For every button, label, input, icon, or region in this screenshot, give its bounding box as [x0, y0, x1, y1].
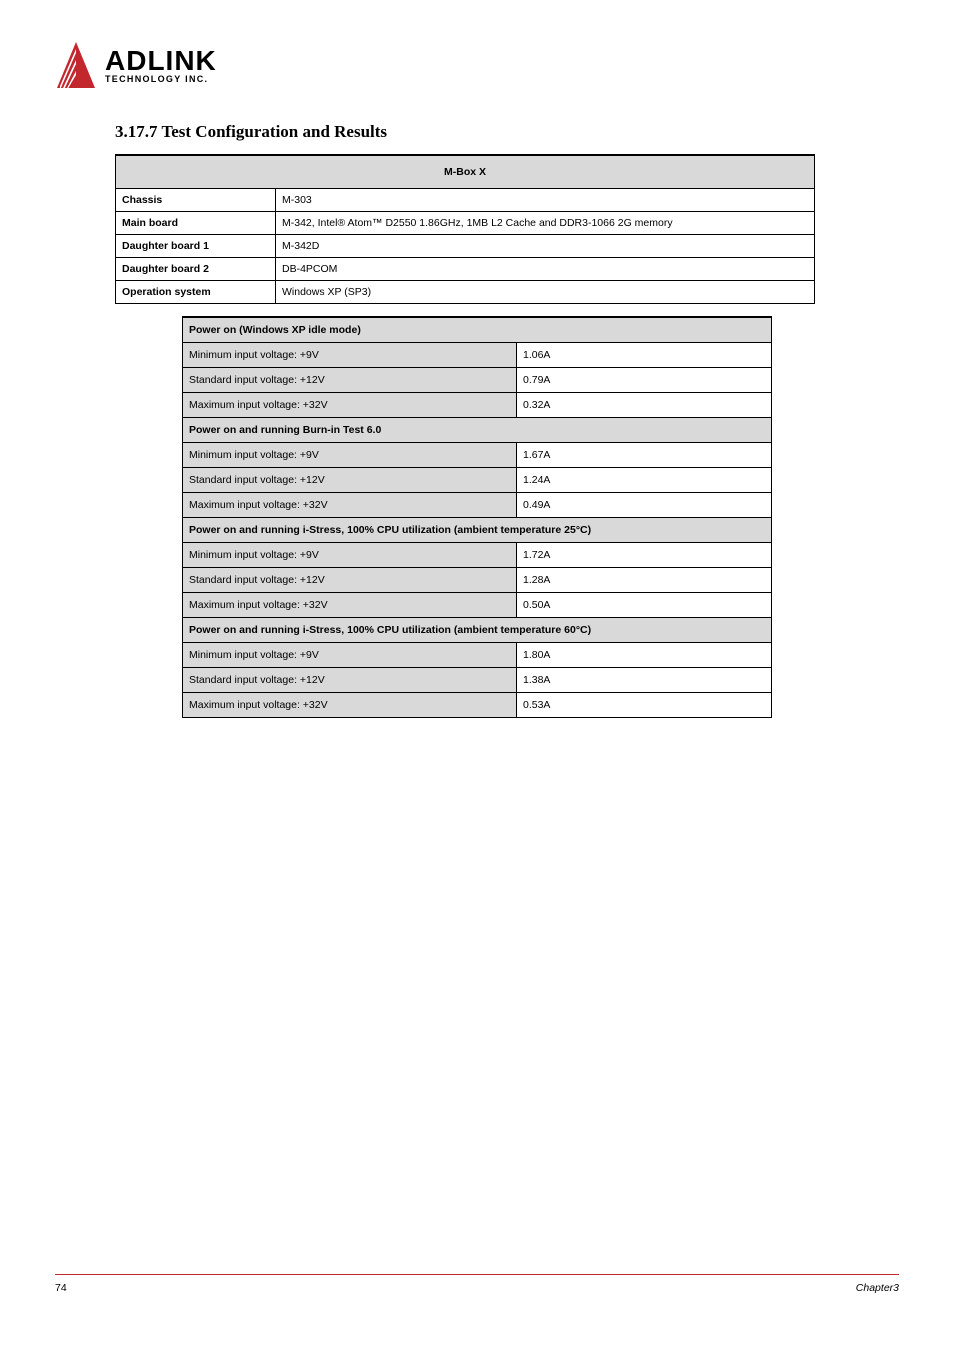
power-param: Standard input voltage: +12V — [183, 668, 517, 693]
logo-text: ADLINK TECHNOLOGY INC. — [105, 48, 217, 85]
section-heading: 3.17.7 Test Configuration and Results — [115, 122, 899, 142]
table-row: Main board M-342, Intel® Atom™ D2550 1.8… — [116, 212, 815, 235]
power-value: 0.79A — [517, 368, 772, 393]
power-value: 1.06A — [517, 343, 772, 368]
config-value: M-303 — [276, 189, 815, 212]
power-value: 0.50A — [517, 593, 772, 618]
power-param: Maximum input voltage: +32V — [183, 493, 517, 518]
adlink-logo-icon — [55, 40, 97, 92]
config-label: Daughter board 2 — [116, 258, 276, 281]
config-table: M-Box X Chassis M-303 Main board M-342, … — [115, 154, 815, 304]
power-param: Standard input voltage: +12V — [183, 568, 517, 593]
table-row: Daughter board 1 M-342D — [116, 235, 815, 258]
power-param: Minimum input voltage: +9V — [183, 343, 517, 368]
table-row: Minimum input voltage: +9V1.72A — [183, 543, 772, 568]
table-row: Chassis M-303 — [116, 189, 815, 212]
table-row: Standard input voltage: +12V1.24A — [183, 468, 772, 493]
power-value: 1.72A — [517, 543, 772, 568]
power-param: Minimum input voltage: +9V — [183, 643, 517, 668]
power-param: Maximum input voltage: +32V — [183, 593, 517, 618]
logo-main-text: ADLINK — [105, 48, 217, 75]
power-section-header: Power on and running i-Stress, 100% CPU … — [183, 618, 772, 643]
table-row: Daughter board 2 DB-4PCOM — [116, 258, 815, 281]
table-row: Standard input voltage: +12V1.28A — [183, 568, 772, 593]
config-table-header: M-Box X — [116, 155, 815, 189]
logo: ADLINK TECHNOLOGY INC. — [55, 40, 899, 92]
power-section-header: Power on and running i-Stress, 100% CPU … — [183, 518, 772, 543]
power-value: 1.80A — [517, 643, 772, 668]
table-row: Standard input voltage: +12V0.79A — [183, 368, 772, 393]
config-value: Windows XP (SP3) — [276, 281, 815, 304]
config-label: Chassis — [116, 189, 276, 212]
table-row: Operation system Windows XP (SP3) — [116, 281, 815, 304]
power-section-header: Power on and running Burn-in Test 6.0 — [183, 418, 772, 443]
power-value: 1.38A — [517, 668, 772, 693]
power-param: Minimum input voltage: +9V — [183, 443, 517, 468]
table-row: Minimum input voltage: +9V1.80A — [183, 643, 772, 668]
config-value: M-342D — [276, 235, 815, 258]
chapter-label: Chapter3 — [856, 1282, 899, 1294]
config-value: DB-4PCOM — [276, 258, 815, 281]
power-section-header: Power on (Windows XP idle mode) — [183, 317, 772, 343]
page-number: 74 — [55, 1282, 67, 1294]
power-value: 0.53A — [517, 693, 772, 718]
power-value: 1.24A — [517, 468, 772, 493]
table-row: Minimum input voltage: +9V1.67A — [183, 443, 772, 468]
power-param: Standard input voltage: +12V — [183, 468, 517, 493]
power-value: 0.32A — [517, 393, 772, 418]
logo-sub-text: TECHNOLOGY INC. — [105, 74, 217, 84]
table-row: Maximum input voltage: +32V0.32A — [183, 393, 772, 418]
table-row: Maximum input voltage: +32V0.53A — [183, 693, 772, 718]
power-value: 0.49A — [517, 493, 772, 518]
config-label: Operation system — [116, 281, 276, 304]
power-param: Maximum input voltage: +32V — [183, 393, 517, 418]
power-value: 1.28A — [517, 568, 772, 593]
power-value: 1.67A — [517, 443, 772, 468]
config-value: M-342, Intel® Atom™ D2550 1.86GHz, 1MB L… — [276, 212, 815, 235]
table-row: Maximum input voltage: +32V0.49A — [183, 493, 772, 518]
config-label: Daughter board 1 — [116, 235, 276, 258]
power-param: Minimum input voltage: +9V — [183, 543, 517, 568]
page-footer: 74 Chapter3 — [55, 1274, 899, 1294]
power-table: Power on (Windows XP idle mode) Minimum … — [182, 316, 772, 718]
config-label: Main board — [116, 212, 276, 235]
power-param: Maximum input voltage: +32V — [183, 693, 517, 718]
table-row: Maximum input voltage: +32V0.50A — [183, 593, 772, 618]
table-row: Minimum input voltage: +9V1.06A — [183, 343, 772, 368]
power-param: Standard input voltage: +12V — [183, 368, 517, 393]
table-row: Standard input voltage: +12V1.38A — [183, 668, 772, 693]
